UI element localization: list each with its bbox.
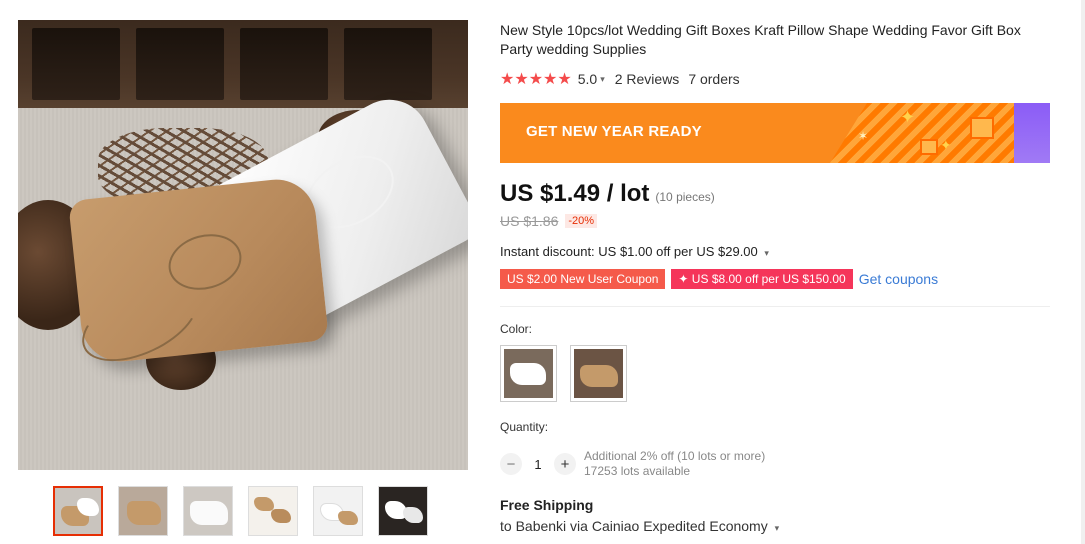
thumbnail-5[interactable] (313, 486, 363, 536)
stock-available: 17253 lots available (584, 464, 691, 478)
scrollbar[interactable] (1081, 0, 1085, 544)
thumbnail-4[interactable] (248, 486, 298, 536)
color-swatch-kraft[interactable] (570, 345, 627, 402)
quantity-label: Quantity: (500, 420, 549, 434)
product-title: New Style 10pcs/lot Wedding Gift Boxes K… (500, 22, 1021, 57)
coupon-row: US $2.00 New User Coupon ✦ US $8.00 off … (500, 269, 938, 289)
thumbnail-6[interactable] (378, 486, 428, 536)
star-icon: ✦ (940, 137, 952, 153)
thumbnail-3[interactable] (183, 486, 233, 536)
reviews-link[interactable]: 2 Reviews (615, 71, 680, 87)
price-row: US $1.49 / lot (10 pieces) (500, 180, 715, 208)
shelf-slot (240, 28, 328, 100)
thumbnail-1[interactable] (53, 486, 103, 536)
color-label: Color: (500, 322, 533, 336)
pieces-note: (10 pieces) (655, 190, 715, 204)
star-icon: ✦ (900, 107, 916, 127)
star-icon: ✶ (858, 129, 869, 143)
chevron-down-icon[interactable]: ▾ (600, 74, 605, 85)
quantity-info: Additional 2% off (10 lots or more) 1725… (584, 449, 765, 479)
discount-badge: -20% (565, 214, 598, 228)
divider (500, 306, 1050, 307)
thumbnail-2[interactable] (118, 486, 168, 536)
chevron-down-icon[interactable]: ▾ (775, 523, 780, 533)
gift-icon (970, 117, 994, 139)
current-price: US $1.49 / lot (500, 180, 650, 207)
quantity-minus-button[interactable]: − (500, 453, 522, 475)
store-coupon[interactable]: ✦ US $8.00 off per US $150.00 (671, 269, 853, 289)
rating-score[interactable]: 5.0 (578, 71, 597, 87)
shipping-title: Free Shipping (500, 497, 594, 513)
shelf-slot (344, 28, 432, 100)
banner-purple-edge (1014, 103, 1050, 163)
shipping-detail[interactable]: to Babenki via Cainiao Expedited Economy… (500, 518, 779, 534)
main-product-image[interactable] (18, 20, 468, 470)
quantity-plus-button[interactable]: + (554, 453, 576, 475)
rating-row: ★★★★★ 5.0 ▾ 2 Reviews 7 orders (500, 69, 740, 89)
chevron-down-icon[interactable]: ▾ (764, 248, 769, 258)
new-user-coupon[interactable]: US $2.00 New User Coupon (500, 269, 666, 289)
banner-text: GET NEW YEAR READY (526, 123, 702, 140)
orders-count: 7 orders (688, 71, 740, 87)
promo-banner[interactable]: GET NEW YEAR READY ✦ ✦ ✶ (500, 103, 1050, 163)
original-price-row: US $1.86 -20% (500, 213, 598, 229)
original-price: US $1.86 (500, 213, 559, 229)
shelf-slot (136, 28, 224, 100)
rating-stars: ★★★★★ (500, 71, 572, 88)
instant-discount-text: Instant discount: US $1.00 off per US $2… (500, 244, 758, 259)
bulk-discount-note: Additional 2% off (10 lots or more) (584, 449, 766, 463)
color-swatch-white[interactable] (500, 345, 557, 402)
quantity-input[interactable]: 1 (522, 457, 554, 472)
gift-icon (920, 139, 938, 155)
instant-discount[interactable]: Instant discount: US $1.00 off per US $2… (500, 244, 769, 259)
get-coupons-link[interactable]: Get coupons (859, 271, 938, 287)
shipping-detail-text: to Babenki via Cainiao Expedited Economy (500, 518, 768, 534)
shelf-slot (32, 28, 120, 100)
quantity-stepper: − 1 + Additional 2% off (10 lots or more… (500, 449, 765, 479)
